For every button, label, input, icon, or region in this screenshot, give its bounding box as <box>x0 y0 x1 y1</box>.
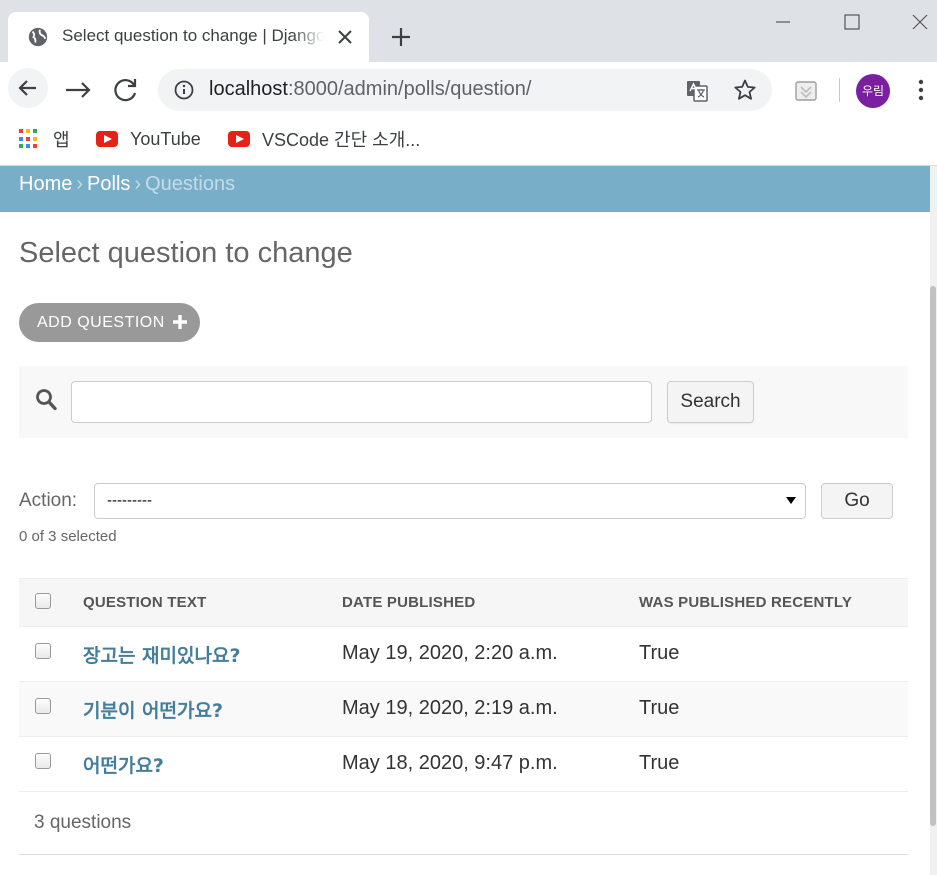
breadcrumb-separator: › <box>134 173 142 195</box>
breadcrumb: Home › Polls › Questions <box>0 166 930 212</box>
profile-avatar[interactable]: 우림 <box>856 74 890 108</box>
table-row: 어떤가요? May 18, 2020, 9:47 p.m. True <box>19 737 908 792</box>
page-viewport: Home › Polls › Questions Select question to … <box>0 166 937 875</box>
url-path: :8000/admin/polls/question/ <box>287 78 532 100</box>
forward-button[interactable] <box>60 72 96 108</box>
question-link[interactable]: 어떤가요? <box>83 751 164 778</box>
extension-icon[interactable] <box>794 79 818 103</box>
address-bar[interactable]: localhost:8000/admin/polls/question/ <box>158 69 772 111</box>
maximize-icon[interactable] <box>837 8 867 36</box>
translate-icon[interactable] <box>685 79 709 103</box>
column-header-question-text[interactable]: QUESTION TEXT <box>83 594 206 611</box>
apps-grid-icon <box>19 129 39 149</box>
toolbar-divider <box>839 78 840 102</box>
column-header-was-published-recently: WAS PUBLISHED RECENTLY <box>639 594 853 611</box>
plus-icon <box>173 315 187 329</box>
action-selected-value: --------- <box>107 492 152 509</box>
row-checkbox[interactable] <box>35 643 51 659</box>
search-toolbar: Search <box>19 366 908 438</box>
was-published-recently-cell: True <box>639 752 680 774</box>
breadcrumb-home[interactable]: Home <box>19 173 72 195</box>
bookmark-apps[interactable]: 앱 <box>19 127 70 151</box>
breadcrumb-current: Questions <box>145 173 236 195</box>
bookmark-label: 앱 <box>53 130 70 150</box>
search-icon <box>36 389 57 411</box>
question-link[interactable]: 기분이 어떤가요? <box>83 696 223 723</box>
minimize-icon[interactable] <box>768 8 798 36</box>
column-header-date-published[interactable]: DATE PUBLISHED <box>342 594 475 611</box>
scrollbar-thumb[interactable] <box>930 286 936 826</box>
date-published-cell: May 18, 2020, 9:47 p.m. <box>342 752 558 774</box>
add-question-button[interactable]: ADD QUESTION <box>19 303 200 342</box>
breadcrumb-separator: › <box>76 173 84 195</box>
paginator: 3 questions <box>19 791 908 855</box>
page-title: Select question to change <box>19 237 353 269</box>
scrollbar[interactable] <box>930 166 937 875</box>
close-window-icon[interactable] <box>905 8 935 36</box>
more-menu-icon[interactable] <box>911 78 931 102</box>
bookmark-label: YouTube <box>130 128 201 149</box>
bookmark-vscode[interactable]: VSCode 간단 소개... <box>228 127 420 151</box>
go-button[interactable]: Go <box>821 483 893 519</box>
globe-icon <box>28 27 48 47</box>
date-published-cell: May 19, 2020, 2:19 a.m. <box>342 697 558 719</box>
row-checkbox[interactable] <box>35 698 51 714</box>
star-icon[interactable] <box>733 78 757 102</box>
add-question-label: ADD QUESTION <box>37 314 165 331</box>
was-published-recently-cell: True <box>639 697 680 719</box>
bookmark-label: VSCode 간단 소개... <box>262 130 421 150</box>
question-link[interactable]: 장고는 재미있나요? <box>83 641 240 668</box>
reload-button[interactable] <box>108 72 144 108</box>
was-published-recently-cell: True <box>639 642 680 664</box>
selected-count: 0 of 3 selected <box>19 528 117 545</box>
youtube-icon <box>228 131 250 147</box>
back-button[interactable] <box>8 68 48 108</box>
table-header: QUESTION TEXT DATE PUBLISHED WAS PUBLISH… <box>19 578 908 627</box>
url-text[interactable]: localhost:8000/admin/polls/question/ <box>209 78 531 101</box>
select-all-checkbox[interactable] <box>35 593 51 609</box>
action-select[interactable]: --------- <box>94 483 806 519</box>
table-row: 장고는 재미있나요? May 19, 2020, 2:20 a.m. True <box>19 627 908 682</box>
tab-title: Select question to change | Django site … <box>62 26 324 45</box>
url-host: localhost <box>209 78 288 100</box>
new-tab-icon[interactable] <box>388 24 414 50</box>
browser-toolbar: localhost:8000/admin/polls/question/ 우림 <box>0 62 937 118</box>
results-table: QUESTION TEXT DATE PUBLISHED WAS PUBLISH… <box>19 578 908 792</box>
table-row: 기분이 어떤가요? May 19, 2020, 2:19 a.m. True <box>19 682 908 737</box>
chevron-down-icon <box>786 497 796 504</box>
arrow-left-icon <box>18 80 36 96</box>
action-label: Action: <box>19 490 78 511</box>
bookmarks-bar: 앱 YouTube VSCode 간단 소개... <box>0 118 937 166</box>
search-button[interactable]: Search <box>667 381 754 423</box>
breadcrumb-polls[interactable]: Polls <box>87 173 130 195</box>
bookmark-youtube[interactable]: YouTube <box>96 127 201 151</box>
row-checkbox[interactable] <box>35 753 51 769</box>
info-icon[interactable] <box>174 80 194 100</box>
close-tab-icon[interactable] <box>335 27 355 47</box>
search-input[interactable] <box>71 381 652 423</box>
tab-strip: Select question to change | Django site … <box>0 0 937 62</box>
youtube-icon <box>96 131 118 147</box>
date-published-cell: May 19, 2020, 2:20 a.m. <box>342 642 558 664</box>
browser-tab[interactable]: Select question to change | Django site … <box>8 12 369 62</box>
